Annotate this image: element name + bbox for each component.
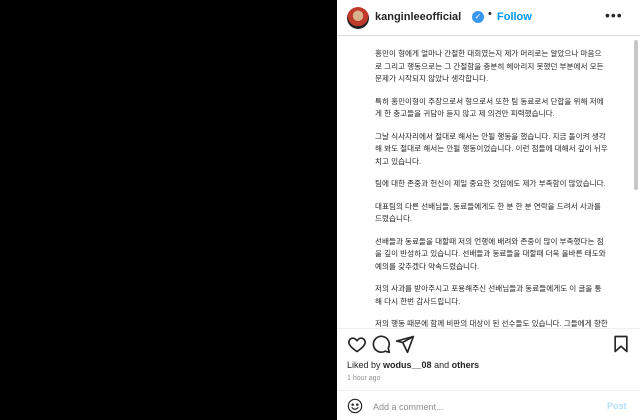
username[interactable]: kanginleeofficial (375, 11, 461, 23)
follow-button[interactable]: Follow (497, 11, 532, 23)
post-timestamp[interactable]: 1 hour ago (347, 375, 380, 382)
caption-paragraph: 선배들과 동료들을 대할때 저의 언행에 배려와 존중이 많이 부족했다는 점을… (375, 236, 606, 271)
caption-separator: ⠀ (375, 40, 381, 47)
post-caption: ⠀ 홍민이 형에게 얼마나 간절한 대회였는지 제가 머리로는 알았으나 마음으로… (337, 36, 640, 328)
comment-input[interactable] (371, 397, 575, 416)
caption-separator: ⠀ (375, 275, 381, 282)
heart-icon[interactable] (347, 334, 367, 354)
post-comment-button[interactable]: Post (607, 401, 627, 411)
likes-prefix: Liked by (347, 360, 384, 370)
paper-plane-icon[interactable] (395, 334, 415, 354)
caption-separator: ⠀ (375, 310, 381, 317)
smiley-icon[interactable] (347, 398, 363, 414)
avatar[interactable] (347, 7, 369, 29)
separator-dot: • (488, 8, 492, 20)
caption-separator: ⠀ (375, 87, 381, 95)
caption-separator: ⠀ (375, 122, 381, 130)
caption-paragraph: 팀에 대한 존중과 헌신이 제일 중요한 것임에도 제가 부족함이 많았습니다. (375, 179, 606, 188)
caption-paragraph: 그날 식사자리에서 절대로 해서는 안될 행동을 했습니다. 지금 돌이켜 생각… (375, 131, 608, 166)
caption-paragraph: 대표팀의 다른 선배님들, 동료들에게도 한 분 한 분 연락을 드려서 사과를… (375, 201, 601, 224)
likes-middle: and (431, 360, 452, 370)
caption-paragraph: 특히 홍민이형이 주장으로서 형으로서 또한 팀 동료로서 단합을 위해 저에게… (375, 96, 604, 119)
likes-summary: Liked by wodus__08 and others (347, 360, 479, 370)
screen: kanginleeofficial ✓ • Follow ••• ⠀ 홍민이 형에… (0, 0, 640, 420)
bookmark-icon[interactable] (611, 334, 631, 354)
comment-icon[interactable] (371, 334, 391, 354)
liked-by-user-link[interactable]: wodus__08 (383, 360, 432, 370)
caption-paragraph: 홍민이 형에게 얼마나 간절한 대회였는지 제가 머리로는 알았으나 마음으로 … (375, 49, 604, 83)
caption-separator: ⠀ (375, 170, 381, 177)
post-header: kanginleeofficial ✓ • Follow ••• (337, 0, 640, 36)
likes-others-link[interactable]: others (452, 360, 480, 370)
more-options-icon[interactable]: ••• (605, 7, 623, 23)
post-panel: kanginleeofficial ✓ • Follow ••• ⠀ 홍민이 형에… (337, 0, 640, 420)
verified-badge-icon: ✓ (472, 11, 484, 23)
caption-separator: ⠀ (375, 227, 381, 235)
caption-scrollbar[interactable] (634, 40, 638, 190)
comment-bar: Post (337, 390, 640, 420)
caption-paragraph: 저의 행동 때문에 함께 비판의 대상이 된 선수들도 있습니다. 그들에게 향… (375, 319, 608, 328)
caption-paragraph: 저의 사과를 받아주시고 포용해주신 선배님들과 동료들에게도 이 글을 통해 … (375, 284, 602, 306)
action-bar (337, 328, 640, 359)
caption-separator: ⠀ (375, 192, 381, 200)
